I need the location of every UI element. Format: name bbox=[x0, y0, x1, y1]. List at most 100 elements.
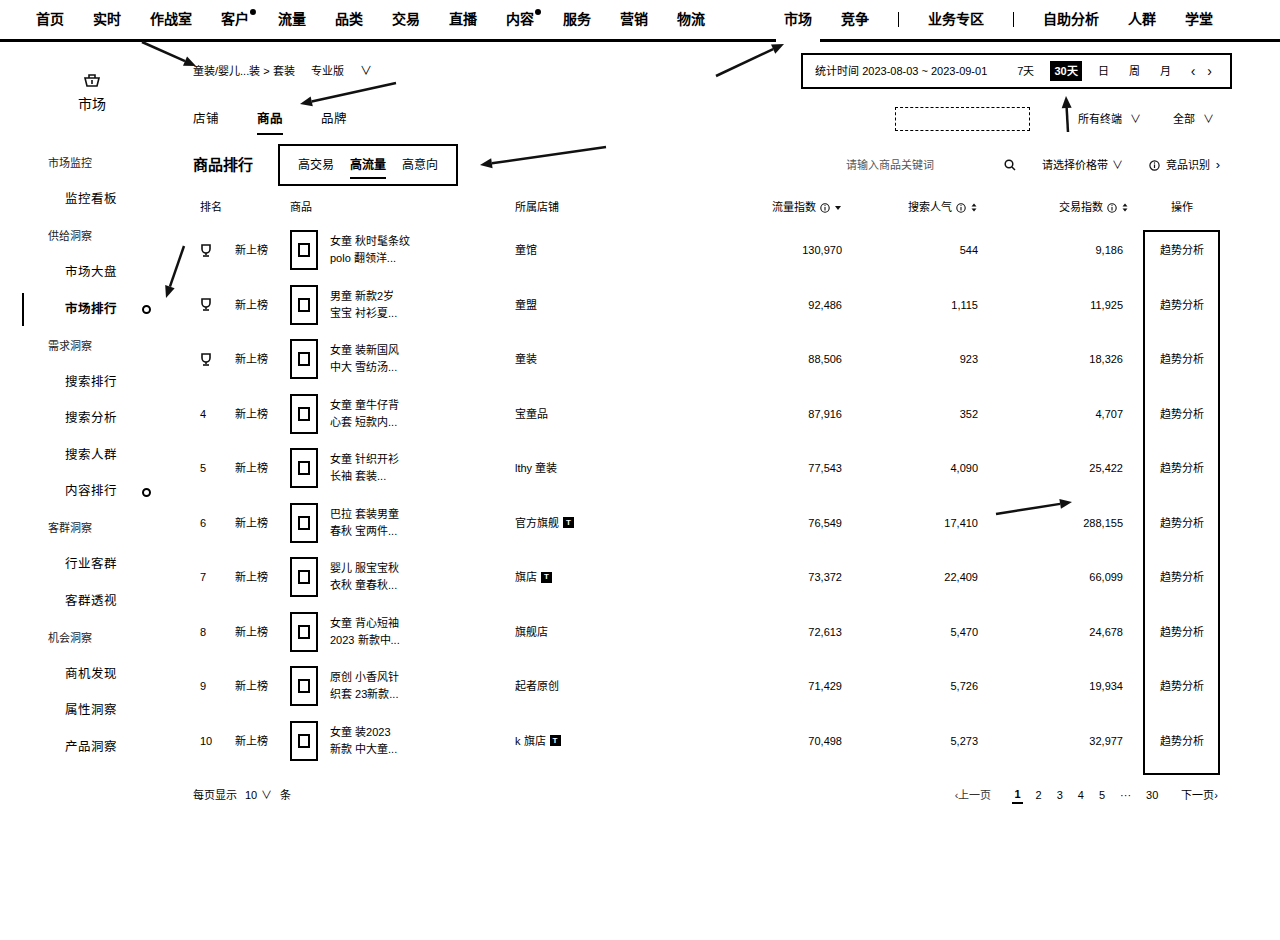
sidebar-item-label[interactable]: 监控看板 bbox=[65, 190, 117, 209]
product-title-line[interactable]: 原创 小香风针 bbox=[330, 669, 399, 686]
nav-item[interactable]: 竞争 bbox=[841, 0, 869, 39]
terminal-select[interactable]: 所有终端∨ bbox=[1078, 111, 1141, 128]
date-option[interactable]: 日 bbox=[1094, 61, 1113, 82]
view-tab[interactable]: 品牌 bbox=[321, 100, 347, 138]
next-page[interactable]: 下一页› bbox=[1181, 787, 1218, 804]
page-size-value[interactable]: 10 bbox=[245, 787, 257, 804]
sidebar-item[interactable]: 市场排行 bbox=[0, 291, 172, 328]
shop-name[interactable]: 童馆 bbox=[515, 242, 537, 259]
date-prev[interactable]: ‹ bbox=[1191, 61, 1196, 82]
product-title-line[interactable]: 心套 短款内... bbox=[330, 414, 399, 431]
sidebar-item[interactable]: 行业客群 bbox=[0, 547, 172, 584]
nav-item[interactable]: 作战室 bbox=[150, 0, 192, 39]
sidebar-item[interactable]: 客群透视 bbox=[0, 583, 172, 620]
product-title-line[interactable]: 女童 背心短袖 bbox=[330, 615, 400, 632]
nav-item[interactable]: 业务专区 bbox=[928, 0, 984, 39]
scope-select[interactable]: 全部 ∨ bbox=[1173, 111, 1214, 128]
shop-cell[interactable]: lthy 童装 bbox=[515, 460, 715, 477]
ranking-tab[interactable]: 高意向 bbox=[402, 146, 438, 184]
page-button[interactable]: 3 bbox=[1055, 787, 1065, 804]
product-title-line[interactable]: 女童 装2023 bbox=[330, 724, 397, 741]
scope-label[interactable]: 全部 bbox=[1173, 111, 1195, 128]
date-option[interactable]: 7天 bbox=[1013, 61, 1038, 82]
product-cell[interactable]: 女童 童牛仔背心套 短款内... bbox=[290, 394, 515, 434]
nav-label[interactable]: 人群 bbox=[1128, 9, 1156, 30]
nav-label[interactable]: 内容 bbox=[506, 9, 534, 30]
shop-name[interactable]: lthy 童装 bbox=[515, 460, 557, 477]
sidebar-item-label[interactable]: 客群透视 bbox=[65, 592, 117, 611]
column-header[interactable]: 流量指数 bbox=[715, 199, 845, 216]
view-tab-label[interactable]: 店铺 bbox=[193, 110, 219, 129]
nav-label[interactable]: 市场 bbox=[784, 9, 812, 30]
trend-analysis-link[interactable]: 趋势分析 bbox=[1160, 624, 1204, 641]
sidebar-item[interactable]: 搜索排行 bbox=[0, 364, 172, 401]
product-title[interactable]: 女童 装新国风中大 雪纺汤... bbox=[330, 342, 399, 376]
product-cell[interactable]: 女童 背心短袖2023 新款中... bbox=[290, 612, 515, 652]
product-title[interactable]: 原创 小香风针织套 23新款... bbox=[330, 669, 399, 703]
nav-item[interactable]: 直播 bbox=[449, 0, 477, 39]
view-tab[interactable]: 商品 bbox=[257, 100, 283, 138]
category-path[interactable]: 童装/婴儿...装 > 套装 bbox=[193, 63, 295, 80]
nav-item[interactable]: 品类 bbox=[335, 0, 363, 39]
trend-analysis-link[interactable]: 趋势分析 bbox=[1160, 733, 1204, 750]
page-size-caret[interactable]: ∨ bbox=[261, 787, 272, 804]
nav-label[interactable]: 直播 bbox=[449, 9, 477, 30]
nav-label[interactable]: 营销 bbox=[620, 9, 648, 30]
edition-caret[interactable]: ∨ bbox=[360, 62, 372, 80]
sidebar-item-label[interactable]: 商机发现 bbox=[65, 665, 117, 684]
product-title-line[interactable]: 2023 新款中... bbox=[330, 632, 400, 649]
date-option[interactable]: 周 bbox=[1125, 61, 1144, 82]
trend-analysis-link[interactable]: 趋势分析 bbox=[1160, 351, 1204, 368]
scope-caret[interactable]: ∨ bbox=[1203, 111, 1214, 128]
product-title-line[interactable]: 新款 中大童... bbox=[330, 741, 397, 758]
view-tab-label[interactable]: 商品 bbox=[257, 110, 283, 129]
nav-label[interactable]: 自助分析 bbox=[1043, 9, 1099, 30]
nav-label[interactable]: 品类 bbox=[335, 9, 363, 30]
product-title-line[interactable]: 婴儿 服宝宝秋 bbox=[330, 560, 399, 577]
sidebar-item-label[interactable]: 行业客群 bbox=[65, 555, 117, 574]
trend-analysis-link[interactable]: 趋势分析 bbox=[1160, 515, 1204, 532]
date-next[interactable]: › bbox=[1207, 61, 1212, 82]
shop-cell[interactable]: 官方旗舰T bbox=[515, 515, 715, 532]
sidebar-item-label[interactable]: 搜索分析 bbox=[65, 409, 117, 428]
product-title[interactable]: 女童 针织开衫长袖 套装... bbox=[330, 451, 399, 485]
product-title[interactable]: 巴拉 套装男童春秋 宝两件... bbox=[330, 506, 399, 540]
shop-name[interactable]: 宝童品 bbox=[515, 406, 548, 423]
ranking-tab-label[interactable]: 高意向 bbox=[402, 156, 438, 174]
product-cell[interactable]: 原创 小香风针织套 23新款... bbox=[290, 666, 515, 706]
product-title[interactable]: 女童 装2023新款 中大童... bbox=[330, 724, 397, 758]
product-title-line[interactable]: 长袖 套装... bbox=[330, 468, 399, 485]
product-cell[interactable]: 女童 针织开衫长袖 套装... bbox=[290, 448, 515, 488]
nav-label[interactable]: 物流 bbox=[677, 9, 705, 30]
product-title[interactable]: 女童 童牛仔背心套 短款内... bbox=[330, 397, 399, 431]
nav-label[interactable]: 首页 bbox=[36, 9, 64, 30]
nav-item[interactable]: 内容 bbox=[506, 0, 534, 39]
nav-item[interactable]: 学堂 bbox=[1185, 0, 1213, 39]
shop-cell[interactable]: 童馆 bbox=[515, 242, 715, 259]
shop-cell[interactable]: 旗店T bbox=[515, 569, 715, 586]
product-title[interactable]: 女童 背心短袖2023 新款中... bbox=[330, 615, 400, 649]
nav-label[interactable]: 交易 bbox=[392, 9, 420, 30]
sidebar-item[interactable]: 市场大盘 bbox=[0, 255, 172, 292]
date-option[interactable]: 月 bbox=[1156, 61, 1175, 82]
sidebar-item[interactable]: 内容排行 bbox=[0, 474, 172, 511]
nav-item[interactable]: 交易 bbox=[392, 0, 420, 39]
product-title-line[interactable]: 巴拉 套装男童 bbox=[330, 506, 399, 523]
ranking-tab[interactable]: 高流量 bbox=[350, 146, 386, 184]
nav-item[interactable]: 自助分析 bbox=[1043, 0, 1099, 39]
product-title-line[interactable]: 男童 新款2岁 bbox=[330, 288, 397, 305]
shop-cell[interactable]: 童装 bbox=[515, 351, 715, 368]
nav-item[interactable]: 客户 bbox=[221, 0, 249, 39]
nav-label[interactable]: 流量 bbox=[278, 9, 306, 30]
shop-name[interactable]: 旗店 bbox=[515, 569, 537, 586]
shop-cell[interactable]: 起者原创 bbox=[515, 678, 715, 695]
nav-item[interactable]: 实时 bbox=[93, 0, 121, 39]
shop-name[interactable]: k 旗店 bbox=[515, 733, 546, 750]
product-title-line[interactable]: 女童 针织开衫 bbox=[330, 451, 399, 468]
nav-item[interactable]: 流量 bbox=[278, 0, 306, 39]
sidebar-item[interactable]: 属性洞察 bbox=[0, 693, 172, 730]
shop-cell[interactable]: k 旗店T bbox=[515, 733, 715, 750]
sidebar-item[interactable]: 产品洞察 bbox=[0, 729, 172, 766]
nav-label[interactable]: 实时 bbox=[93, 9, 121, 30]
ranking-tab[interactable]: 高交易 bbox=[298, 146, 334, 184]
